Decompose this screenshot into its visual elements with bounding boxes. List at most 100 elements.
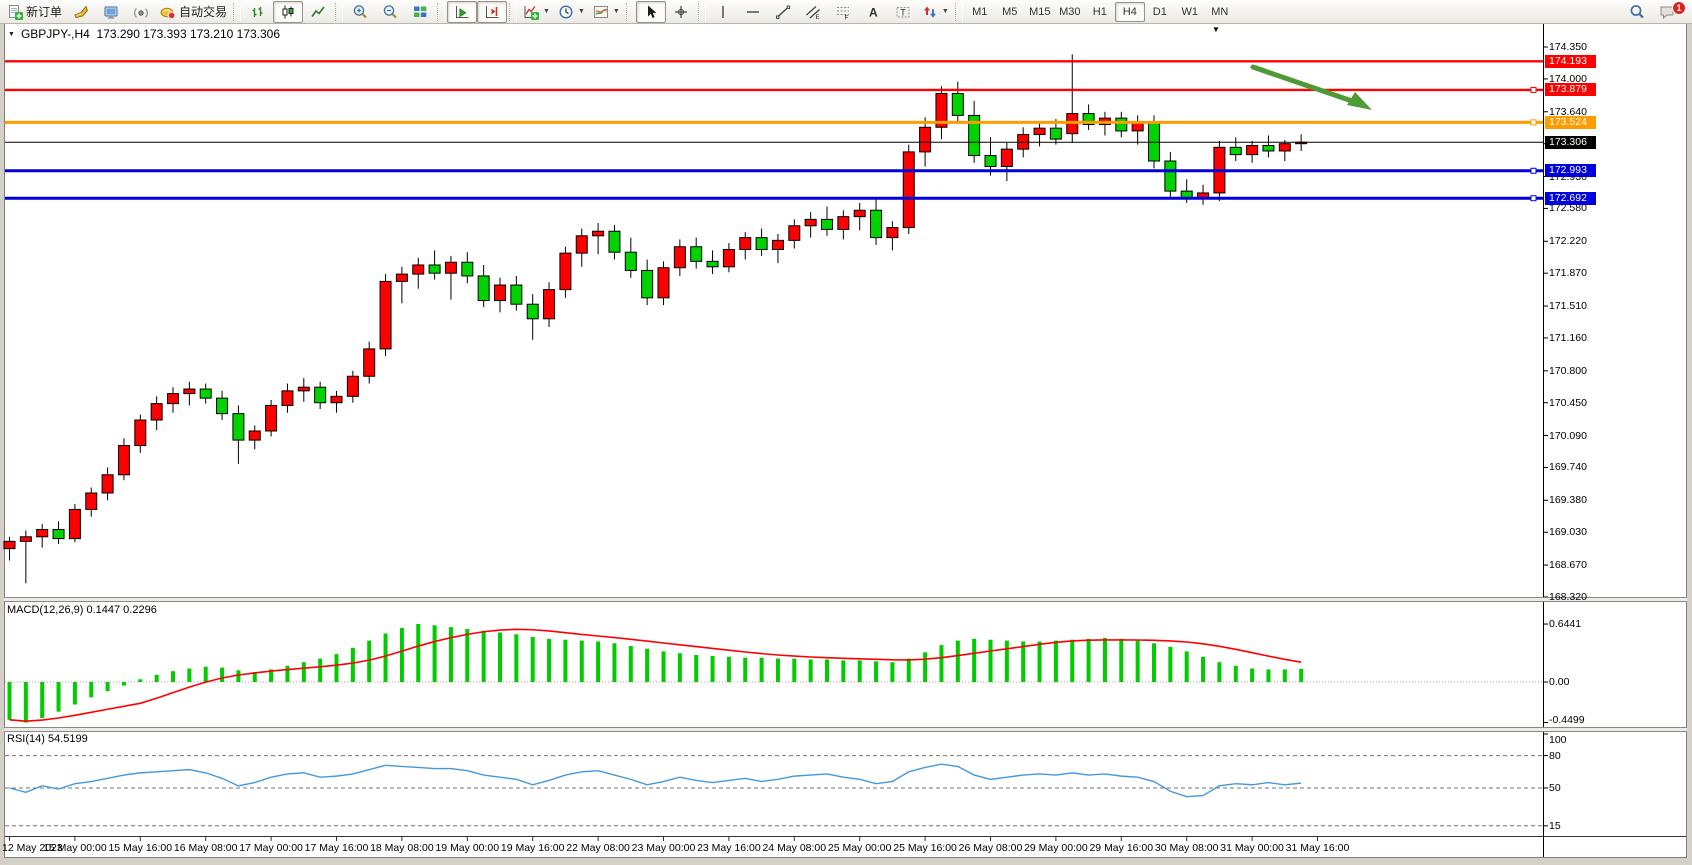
periods-button[interactable]: ▼ xyxy=(554,1,589,23)
macd-bar xyxy=(106,682,110,691)
candle xyxy=(445,262,456,273)
line-handle[interactable] xyxy=(1531,196,1536,201)
macd-bar xyxy=(449,627,453,682)
arrows-icon xyxy=(922,4,938,20)
templates-dropdown-icon[interactable]: ▼ xyxy=(613,8,620,15)
candle xyxy=(822,219,833,229)
macd-bar xyxy=(923,652,927,682)
candle xyxy=(135,420,146,446)
candle xyxy=(249,431,260,440)
text-label-button[interactable]: T xyxy=(888,1,918,23)
trendline-button[interactable] xyxy=(768,1,798,23)
macd-bar xyxy=(138,679,142,682)
rsi-line xyxy=(10,764,1302,796)
trend-arrow[interactable] xyxy=(1253,67,1352,101)
chat-button[interactable]: 1 xyxy=(1652,1,1682,23)
macd-bar xyxy=(433,625,437,682)
candle xyxy=(413,265,424,274)
candle xyxy=(200,389,211,398)
cursor-button[interactable] xyxy=(636,1,666,23)
equidistant-channel-button[interactable]: E xyxy=(798,1,828,23)
panel-separator-macd[interactable] xyxy=(4,597,1687,602)
timeframe-m1-button[interactable]: M1 xyxy=(965,2,995,22)
toolbar-separator xyxy=(626,3,634,21)
candle xyxy=(168,394,179,404)
candle xyxy=(691,247,702,262)
macd-bar xyxy=(400,628,404,682)
macd-bar xyxy=(1152,643,1156,682)
timeframe-w1-button[interactable]: W1 xyxy=(1175,2,1205,22)
timeframe-m30-button[interactable]: M30 xyxy=(1055,2,1085,22)
timeframe-m1-button-label: M1 xyxy=(972,6,987,18)
chart-graphics xyxy=(0,0,1692,865)
macd-bar xyxy=(547,639,551,682)
chart-shift-button[interactable] xyxy=(477,1,507,23)
signals-button[interactable] xyxy=(126,1,156,23)
timeframe-h1-button-label: H1 xyxy=(1093,6,1107,18)
candle xyxy=(544,290,555,319)
timeframe-m5-button[interactable]: M5 xyxy=(995,2,1025,22)
templates-button[interactable]: ▼ xyxy=(589,1,624,23)
search-button[interactable] xyxy=(1622,1,1652,23)
indicators-button[interactable]: ▼ xyxy=(519,1,554,23)
timeframe-h4-button[interactable]: H4 xyxy=(1115,2,1145,22)
candle xyxy=(723,249,734,266)
macd-bar xyxy=(1201,657,1205,682)
vertical-line-button[interactable] xyxy=(708,1,738,23)
macd-bar xyxy=(596,642,600,683)
arrows-button[interactable]: ▼ xyxy=(918,1,953,23)
macd-bar xyxy=(57,682,61,712)
candle xyxy=(527,304,538,319)
crosshair-button[interactable] xyxy=(666,1,696,23)
panel-separator-rsi[interactable] xyxy=(4,727,1687,732)
candle xyxy=(364,349,375,376)
auto-scroll-button[interactable] xyxy=(447,1,477,23)
line-chart-button[interactable] xyxy=(303,1,333,23)
candle xyxy=(4,541,15,548)
arrows-dropdown-icon[interactable]: ▼ xyxy=(942,8,949,15)
timeframe-mn-button[interactable]: MN xyxy=(1205,2,1235,22)
line-handle[interactable] xyxy=(1531,87,1536,92)
timeframe-m15-button[interactable]: M15 xyxy=(1025,2,1055,22)
candlestick-chart-icon xyxy=(280,4,296,20)
indicators-dropdown-icon[interactable]: ▼ xyxy=(543,8,550,15)
strategy-tester-button[interactable] xyxy=(66,1,96,23)
macd-bar xyxy=(1136,641,1140,682)
signals-icon xyxy=(133,4,149,20)
candle xyxy=(429,265,440,273)
zoom-out-button[interactable] xyxy=(375,1,405,23)
trend-arrow-head[interactable] xyxy=(1347,92,1372,110)
timeframe-m30-button-label: M30 xyxy=(1059,6,1080,18)
trendline-icon xyxy=(775,4,791,20)
zoom-in-button[interactable] xyxy=(345,1,375,23)
horizontal-line-icon xyxy=(745,4,761,20)
line-handle[interactable] xyxy=(1531,168,1536,173)
periods-dropdown-icon[interactable]: ▼ xyxy=(578,8,585,15)
macd-bar xyxy=(220,668,224,682)
bar-chart-button[interactable] xyxy=(243,1,273,23)
candle xyxy=(1034,128,1045,134)
strategy-tester-icon xyxy=(73,4,89,20)
candle xyxy=(576,236,587,253)
auto-trading-button[interactable]: 自动交易 xyxy=(156,1,231,23)
candlestick-chart-button[interactable] xyxy=(273,1,303,23)
fibonacci-button[interactable]: F xyxy=(828,1,858,23)
candle xyxy=(1001,149,1012,166)
timeframe-h1-button[interactable]: H1 xyxy=(1085,2,1115,22)
toolbar: 新订单 自动交易 ▼ ▼ ▼ EFAT ▼ M1 M5 M15 M30 H1 H4D1W1MN 1 xyxy=(0,0,1692,24)
timeframe-m5-button-label: M5 xyxy=(1002,6,1017,18)
macd-bar xyxy=(629,646,633,682)
macd-bar xyxy=(727,657,731,682)
timeframe-d1-button[interactable]: D1 xyxy=(1145,2,1175,22)
line-handle[interactable] xyxy=(1531,120,1536,125)
macd-bar xyxy=(956,641,960,682)
candle xyxy=(1181,191,1192,197)
text-button[interactable]: A xyxy=(858,1,888,23)
auto-trading-icon xyxy=(160,4,176,20)
new-order-button[interactable]: 新订单 xyxy=(3,1,66,23)
metaeditor-button[interactable] xyxy=(96,1,126,23)
candle xyxy=(756,238,767,250)
horizontal-line-button[interactable] xyxy=(738,1,768,23)
tile-windows-button[interactable] xyxy=(405,1,435,23)
timeframe-m15-button-label: M15 xyxy=(1029,6,1050,18)
